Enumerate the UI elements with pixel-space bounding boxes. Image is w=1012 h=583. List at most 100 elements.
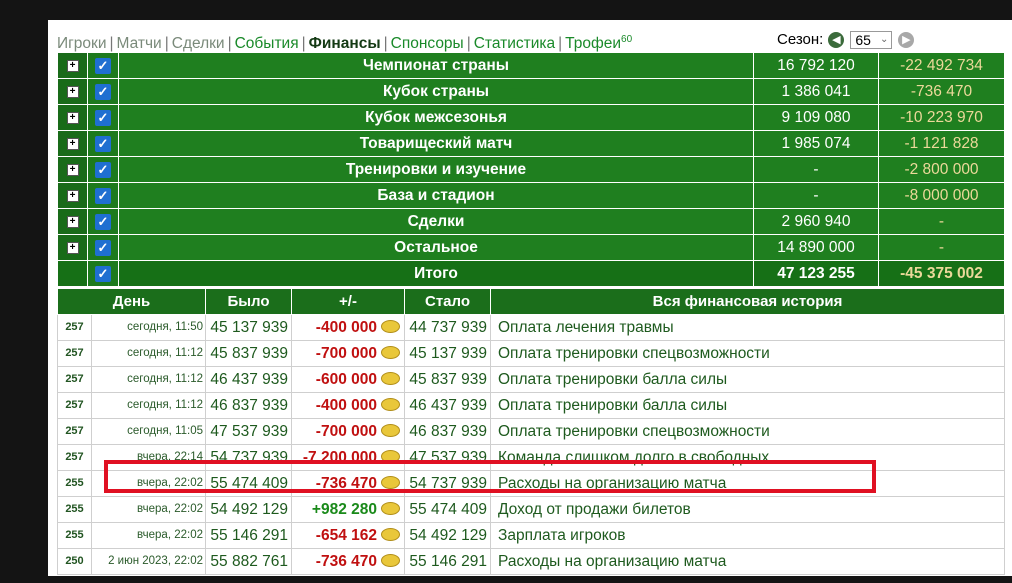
summary-row: + ✓ База и стадион - -8 000 000 [57,182,1005,209]
expense-value: -2 800 000 [878,156,1005,183]
change-value: -654 162 [315,527,377,544]
expand-icon[interactable]: + [66,241,79,254]
checkbox-icon[interactable]: ✓ [95,265,111,282]
summary-row: + ✓ Кубок межсезонья 9 109 080 -10 223 970 [57,104,1005,131]
expand-icon[interactable]: + [66,59,79,72]
change-cell: -700 000 [291,418,405,445]
season-label: Сезон: [777,31,824,48]
transaction-description: Оплата тренировки балла силы [490,366,1005,393]
summary-row: + ✓ Остальное 14 890 000- [57,234,1005,261]
balance-after: 55 146 291 [404,548,491,575]
expand-cell [57,260,88,287]
income-value: 47 123 255 [753,260,879,287]
change-cell: -654 162 [291,522,405,549]
finance-page: Игроки | Матчи | Сделки | События | Финансы | Спон… [48,20,1012,576]
coin-icon [381,346,400,360]
category-name: Сделки [118,208,754,235]
season-select[interactable]: 65 ⌄ [850,31,893,49]
day-number: 257 [57,314,92,341]
checkbox-icon[interactable]: ✓ [95,135,111,152]
tab-4[interactable]: Финансы [309,35,381,52]
checkbox-cell: ✓ [87,78,119,105]
timestamp: сегодня, 11:50 [91,314,206,341]
coin-icon [381,320,400,334]
summary-total-row: ✓ Итого 47 123 255 -45 375 002 [57,260,1005,287]
change-value: -7 200 000 [302,449,377,466]
checkbox-icon[interactable]: ✓ [95,187,111,204]
expense-value: - [878,208,1005,235]
trophy-count: 60 [621,34,633,45]
summary-row: + ✓ Кубок страны 1 386 041 -736 470 [57,78,1005,105]
balance-after: 46 437 939 [404,392,491,419]
expand-cell: + [57,130,88,157]
checkbox-icon[interactable]: ✓ [95,83,111,100]
expand-cell: + [57,234,88,261]
coin-icon [381,502,400,516]
transaction-description: Расходы на организацию матча [490,470,1005,497]
day-number: 255 [57,522,92,549]
tab-3[interactable]: События [235,35,299,52]
season-value: 65 [855,32,871,48]
tab-0[interactable]: Игроки [57,35,106,52]
balance-after: 45 837 939 [404,366,491,393]
transaction-description: Оплата тренировки спецвозможности [490,340,1005,367]
income-value: 14 890 000 [753,234,879,261]
tab-6[interactable]: Статистика [474,35,555,52]
nav-separator: | [164,35,169,53]
arrow-left-icon[interactable]: ◀ [828,32,845,48]
change-value: -736 470 [315,475,377,492]
income-value: 9 109 080 [753,104,879,131]
tab-1[interactable]: Матчи [117,35,162,52]
coin-icon [381,450,400,464]
expand-icon[interactable]: + [66,163,79,176]
expand-icon[interactable]: + [66,189,79,202]
change-cell: -400 000 [291,392,405,419]
category-name: Кубок межсезонья [118,104,754,131]
checkbox-cell: ✓ [87,156,119,183]
change-cell: -700 000 [291,340,405,367]
summary-row: + ✓ Чемпионат страны 16 792 120 -22 492 734 [57,52,1005,79]
change-value: -400 000 [315,319,377,336]
expand-icon[interactable]: + [66,111,79,124]
category-name: Итого [118,260,754,287]
checkbox-icon[interactable]: ✓ [95,57,111,74]
coin-icon [381,398,400,412]
expense-value: - [878,234,1005,261]
income-value: - [753,156,879,183]
checkbox-icon[interactable]: ✓ [95,109,111,126]
category-name: Товарищеский матч [118,130,754,157]
checkbox-icon[interactable]: ✓ [95,161,111,178]
timestamp: вчера, 22:02 [91,470,206,497]
expand-cell: + [57,78,88,105]
tab-2[interactable]: Сделки [172,35,225,52]
day-number: 257 [57,444,92,471]
history-row: 257 сегодня, 11:05 47 537 939 -700 000 46 83… [57,418,1005,445]
summary-row: + ✓ Тренировки и изучение - -2 800 000 [57,156,1005,183]
expand-icon[interactable]: + [66,215,79,228]
category-name: База и стадион [118,182,754,209]
day-number: 257 [57,392,92,419]
tab-5[interactable]: Спонсоры [391,35,464,52]
checkbox-icon[interactable]: ✓ [95,213,111,230]
expand-icon[interactable]: + [66,137,79,150]
timestamp: вчера, 22:14 [91,444,206,471]
checkbox-icon[interactable]: ✓ [95,239,111,256]
history-row: 257 сегодня, 11:12 45 837 939 -700 000 45 13… [57,340,1005,367]
timestamp: вчера, 22:02 [91,522,206,549]
expense-value: -10 223 970 [878,104,1005,131]
change-value: -700 000 [315,423,377,440]
change-value: +982 280 [311,501,377,518]
balance-after: 44 737 939 [404,314,491,341]
history-header-row: День Было +/- Стало Вся финансовая истор… [57,288,1005,315]
balance-after: 46 837 939 [404,418,491,445]
tab-7[interactable]: Трофеи [565,35,621,52]
arrow-right-icon[interactable]: ▶ [898,32,915,48]
history-row: 255 вчера, 22:02 55 146 291 -654 162 54 492 … [57,522,1005,549]
day-number: 250 [57,548,92,575]
balance-before: 55 882 761 [205,548,292,575]
nav-separator: | [301,35,306,53]
summary-row: + ✓ Сделки 2 960 940- [57,208,1005,235]
history-row: 257 сегодня, 11:12 46 837 939 -400 000 46 43… [57,392,1005,419]
balance-before: 54 737 939 [205,444,292,471]
expand-icon[interactable]: + [66,85,79,98]
